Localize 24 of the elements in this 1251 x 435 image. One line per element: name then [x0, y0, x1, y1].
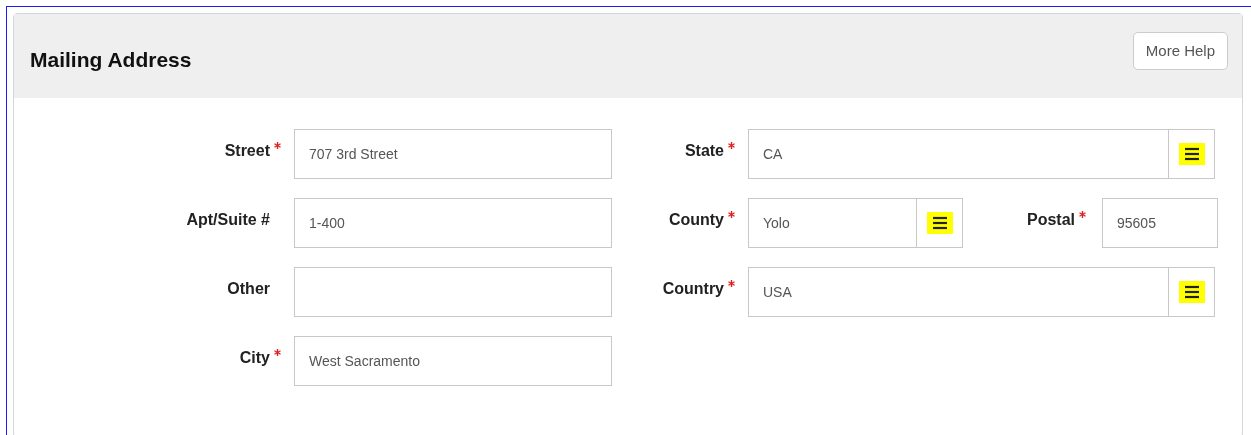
lookup-field[interactable]: CA — [748, 129, 1215, 179]
field-value: USA — [763, 282, 792, 302]
field-label: Country — [662, 279, 724, 299]
field-label: Postal — [1027, 210, 1075, 230]
input-field[interactable]: 95605 — [1102, 198, 1218, 248]
input-field[interactable]: 1-400 — [294, 198, 612, 248]
panel-title: Mailing Address — [30, 47, 192, 73]
field-label: Street — [224, 141, 270, 161]
more-help-button[interactable]: More Help — [1132, 32, 1228, 70]
field-label: Other — [227, 279, 270, 299]
field-value: CA — [763, 144, 783, 164]
lookup-field[interactable]: USA — [748, 267, 1215, 317]
field-label: Apt/Suite # — [186, 210, 270, 230]
field-label: State — [684, 141, 724, 161]
input-field[interactable]: West Sacramento — [294, 336, 612, 386]
lookup-field[interactable]: Yolo — [748, 198, 963, 248]
input-field[interactable]: 707 3rd Street — [294, 129, 612, 179]
field-label: City — [239, 348, 270, 368]
menu-icon — [1178, 143, 1205, 165]
input-field[interactable] — [294, 267, 612, 317]
menu-icon — [1178, 281, 1205, 303]
menu-icon — [926, 212, 953, 234]
field-label: County — [668, 210, 724, 230]
field-value: Yolo — [763, 213, 790, 233]
